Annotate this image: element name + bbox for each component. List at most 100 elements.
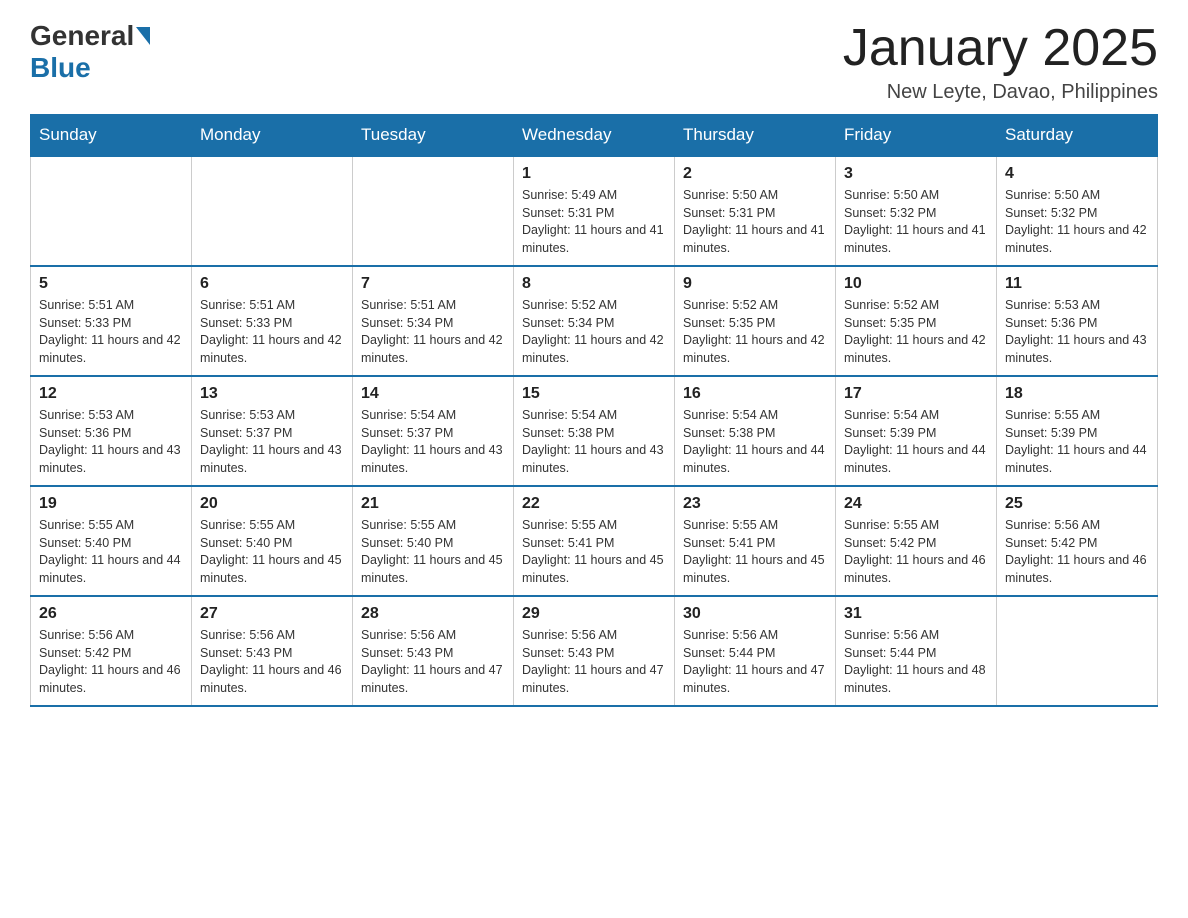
day-number: 25 (1005, 495, 1149, 513)
day-info: Sunrise: 5:51 AMSunset: 5:34 PMDaylight:… (361, 297, 505, 367)
day-info: Sunrise: 5:56 AMSunset: 5:43 PMDaylight:… (522, 627, 666, 697)
calendar-cell: 22 Sunrise: 5:55 AMSunset: 5:41 PMDayligh… (514, 486, 675, 596)
day-info: Sunrise: 5:55 AMSunset: 5:42 PMDaylight:… (844, 517, 988, 587)
day-info: Sunrise: 5:53 AMSunset: 5:36 PMDaylight:… (39, 407, 183, 477)
day-number: 17 (844, 385, 988, 403)
calendar-cell: 12 Sunrise: 5:53 AMSunset: 5:36 PMDayligh… (31, 376, 192, 486)
day-info: Sunrise: 5:56 AMSunset: 5:43 PMDaylight:… (200, 627, 344, 697)
calendar-cell (192, 156, 353, 266)
day-info: Sunrise: 5:51 AMSunset: 5:33 PMDaylight:… (200, 297, 344, 367)
calendar-cell (31, 156, 192, 266)
header-friday: Friday (836, 115, 997, 157)
day-number: 18 (1005, 385, 1149, 403)
day-number: 21 (361, 495, 505, 513)
day-info: Sunrise: 5:55 AMSunset: 5:40 PMDaylight:… (39, 517, 183, 587)
day-info: Sunrise: 5:54 AMSunset: 5:38 PMDaylight:… (522, 407, 666, 477)
logo-general-text: General (30, 20, 134, 52)
calendar-cell: 18 Sunrise: 5:55 AMSunset: 5:39 PMDayligh… (997, 376, 1158, 486)
logo-triangle-icon (136, 27, 150, 45)
calendar-week-5: 26Sunrise: 5:56 AMSunset: 5:42 PMDayligh… (31, 596, 1158, 706)
day-number: 12 (39, 385, 183, 403)
day-number: 15 (522, 385, 666, 403)
day-info: Sunrise: 5:56 AMSunset: 5:44 PMDaylight:… (683, 627, 827, 697)
calendar-cell: 13 Sunrise: 5:53 AMSunset: 5:37 PMDayligh… (192, 376, 353, 486)
calendar-cell: 19Sunrise: 5:55 AMSunset: 5:40 PMDayligh… (31, 486, 192, 596)
day-info: Sunrise: 5:50 AMSunset: 5:32 PMDaylight:… (844, 187, 988, 257)
logo-blue-text: Blue (30, 52, 91, 83)
day-number: 28 (361, 605, 505, 623)
calendar-cell: 23Sunrise: 5:55 AMSunset: 5:41 PMDayligh… (675, 486, 836, 596)
day-number: 20 (200, 495, 344, 513)
day-number: 22 (522, 495, 666, 513)
day-info: Sunrise: 5:55 AMSunset: 5:39 PMDaylight:… (1005, 407, 1149, 477)
day-info: Sunrise: 5:53 AMSunset: 5:37 PMDaylight:… (200, 407, 344, 477)
calendar-week-3: 12 Sunrise: 5:53 AMSunset: 5:36 PMDayligh… (31, 376, 1158, 486)
header-wednesday: Wednesday (514, 115, 675, 157)
month-title: January 2025 (843, 20, 1158, 77)
day-info: Sunrise: 5:55 AMSunset: 5:40 PMDaylight:… (200, 517, 344, 587)
day-number: 7 (361, 275, 505, 293)
day-info: Sunrise: 5:53 AMSunset: 5:36 PMDaylight:… (1005, 297, 1149, 367)
calendar-cell: 6Sunrise: 5:51 AMSunset: 5:33 PMDaylight… (192, 266, 353, 376)
header-thursday: Thursday (675, 115, 836, 157)
calendar-cell: 3 Sunrise: 5:50 AMSunset: 5:32 PMDaylight… (836, 156, 997, 266)
day-number: 13 (200, 385, 344, 403)
calendar-table: SundayMondayTuesdayWednesdayThursdayFrid… (30, 114, 1158, 707)
page-header: General Blue January 2025 New Leyte, Dav… (30, 20, 1158, 104)
day-info: Sunrise: 5:56 AMSunset: 5:44 PMDaylight:… (844, 627, 988, 697)
day-number: 11 (1005, 275, 1149, 293)
calendar-cell: 5 Sunrise: 5:51 AMSunset: 5:33 PMDaylight… (31, 266, 192, 376)
calendar-cell: 30 Sunrise: 5:56 AMSunset: 5:44 PMDayligh… (675, 596, 836, 706)
day-info: Sunrise: 5:54 AMSunset: 5:37 PMDaylight:… (361, 407, 505, 477)
day-info: Sunrise: 5:52 AMSunset: 5:35 PMDaylight:… (844, 297, 988, 367)
day-info: Sunrise: 5:52 AMSunset: 5:35 PMDaylight:… (683, 297, 827, 367)
location-text: New Leyte, Davao, Philippines (843, 81, 1158, 104)
calendar-cell: 26Sunrise: 5:56 AMSunset: 5:42 PMDayligh… (31, 596, 192, 706)
day-number: 30 (683, 605, 827, 623)
day-number: 29 (522, 605, 666, 623)
day-number: 14 (361, 385, 505, 403)
header-sunday: Sunday (31, 115, 192, 157)
day-number: 23 (683, 495, 827, 513)
header-monday: Monday (192, 115, 353, 157)
calendar-cell (997, 596, 1158, 706)
day-info: Sunrise: 5:50 AMSunset: 5:31 PMDaylight:… (683, 187, 827, 257)
day-number: 8 (522, 275, 666, 293)
day-number: 3 (844, 165, 988, 183)
day-number: 9 (683, 275, 827, 293)
calendar-cell: 1 Sunrise: 5:49 AMSunset: 5:31 PMDaylight… (514, 156, 675, 266)
calendar-week-4: 19Sunrise: 5:55 AMSunset: 5:40 PMDayligh… (31, 486, 1158, 596)
day-number: 2 (683, 165, 827, 183)
day-number: 27 (200, 605, 344, 623)
calendar-week-1: 1 Sunrise: 5:49 AMSunset: 5:31 PMDaylight… (31, 156, 1158, 266)
logo: General Blue (30, 20, 152, 84)
calendar-cell: 2 Sunrise: 5:50 AMSunset: 5:31 PMDaylight… (675, 156, 836, 266)
calendar-cell: 24 Sunrise: 5:55 AMSunset: 5:42 PMDayligh… (836, 486, 997, 596)
day-number: 16 (683, 385, 827, 403)
day-number: 1 (522, 165, 666, 183)
header-saturday: Saturday (997, 115, 1158, 157)
day-info: Sunrise: 5:49 AMSunset: 5:31 PMDaylight:… (522, 187, 666, 257)
calendar-cell: 25Sunrise: 5:56 AMSunset: 5:42 PMDayligh… (997, 486, 1158, 596)
calendar-header-row: SundayMondayTuesdayWednesdayThursdayFrid… (31, 115, 1158, 157)
calendar-cell: 27 Sunrise: 5:56 AMSunset: 5:43 PMDayligh… (192, 596, 353, 706)
calendar-cell: 4Sunrise: 5:50 AMSunset: 5:32 PMDaylight… (997, 156, 1158, 266)
day-info: Sunrise: 5:55 AMSunset: 5:41 PMDaylight:… (522, 517, 666, 587)
day-info: Sunrise: 5:51 AMSunset: 5:33 PMDaylight:… (39, 297, 183, 367)
calendar-cell: 15 Sunrise: 5:54 AMSunset: 5:38 PMDayligh… (514, 376, 675, 486)
calendar-cell: 11 Sunrise: 5:53 AMSunset: 5:36 PMDayligh… (997, 266, 1158, 376)
calendar-cell: 7 Sunrise: 5:51 AMSunset: 5:34 PMDaylight… (353, 266, 514, 376)
day-info: Sunrise: 5:56 AMSunset: 5:43 PMDaylight:… (361, 627, 505, 697)
calendar-cell: 14 Sunrise: 5:54 AMSunset: 5:37 PMDayligh… (353, 376, 514, 486)
calendar-cell: 17Sunrise: 5:54 AMSunset: 5:39 PMDayligh… (836, 376, 997, 486)
day-number: 10 (844, 275, 988, 293)
day-number: 24 (844, 495, 988, 513)
day-info: Sunrise: 5:52 AMSunset: 5:34 PMDaylight:… (522, 297, 666, 367)
day-number: 31 (844, 605, 988, 623)
calendar-cell: 9 Sunrise: 5:52 AMSunset: 5:35 PMDaylight… (675, 266, 836, 376)
calendar-cell: 8 Sunrise: 5:52 AMSunset: 5:34 PMDaylight… (514, 266, 675, 376)
day-number: 5 (39, 275, 183, 293)
day-info: Sunrise: 5:55 AMSunset: 5:40 PMDaylight:… (361, 517, 505, 587)
calendar-cell: 16Sunrise: 5:54 AMSunset: 5:38 PMDayligh… (675, 376, 836, 486)
calendar-cell: 21 Sunrise: 5:55 AMSunset: 5:40 PMDayligh… (353, 486, 514, 596)
